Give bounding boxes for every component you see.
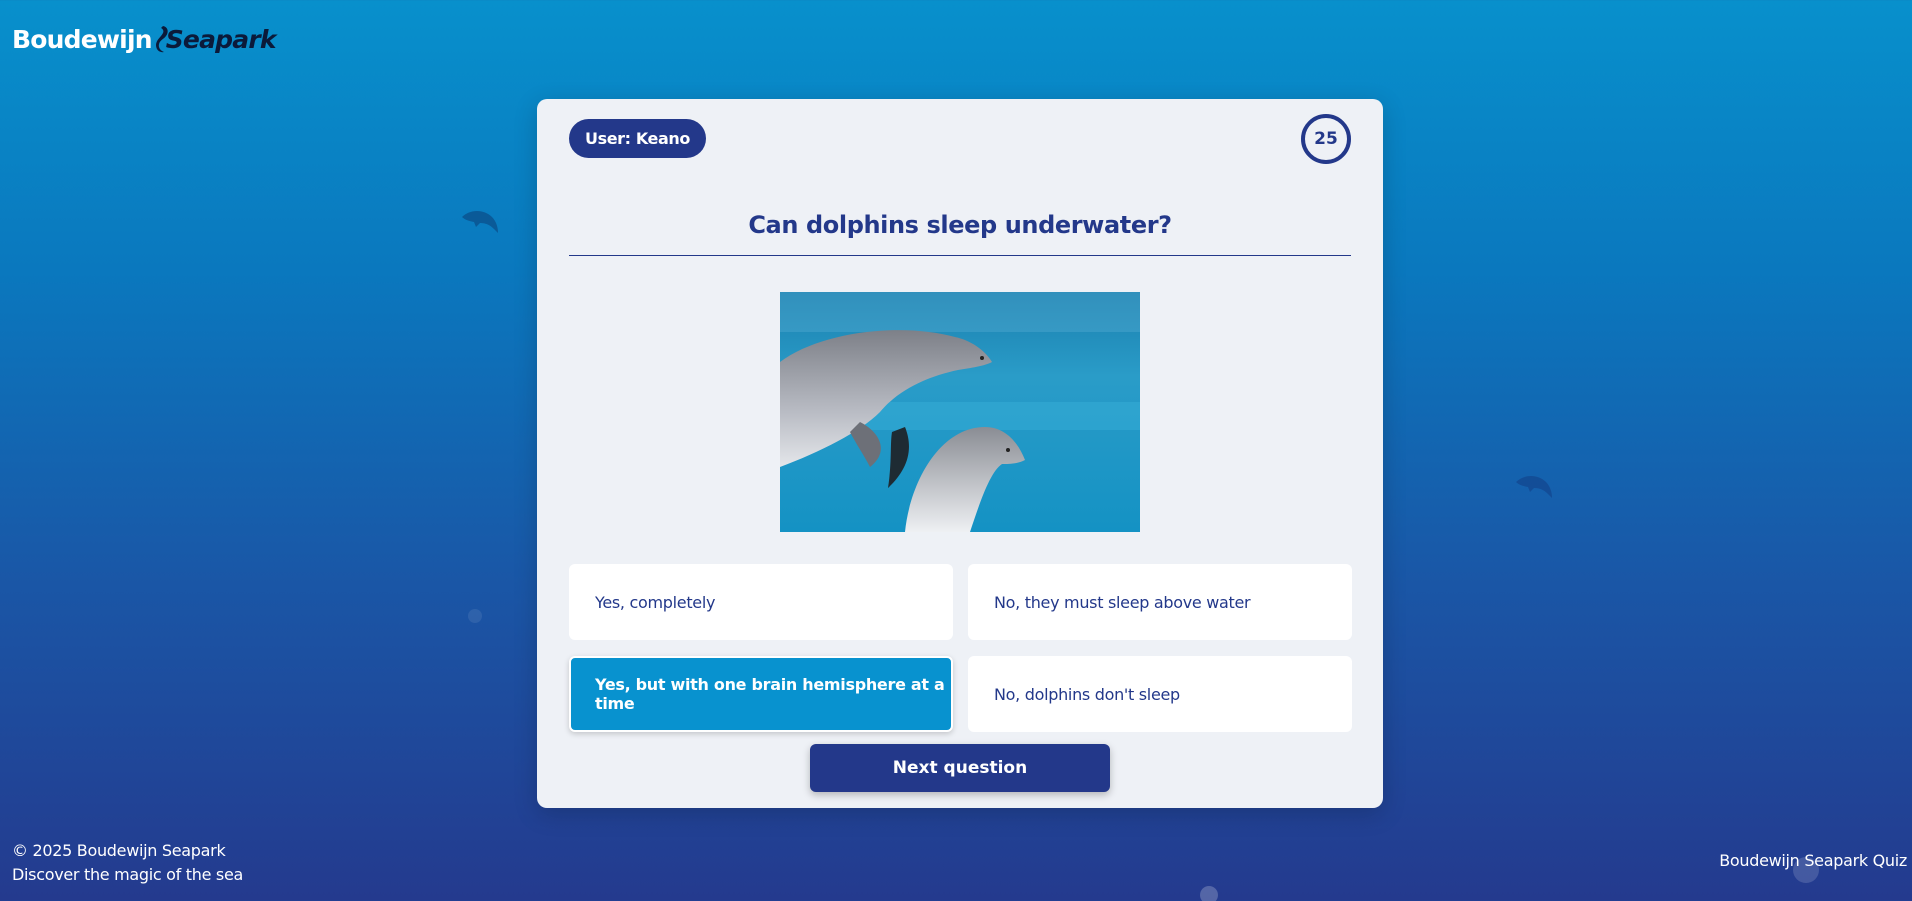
footer-copyright: © 2025 Boudewijn Seapark — [12, 841, 226, 860]
footer-quiz-title: Boudewijn Seapark Quiz — [1719, 851, 1907, 870]
next-question-button[interactable]: Next question — [810, 744, 1110, 792]
brand-logo[interactable]: Boudewijn Seapark — [12, 24, 276, 54]
answer-option-label: Yes, but with one brain hemisphere at a … — [595, 675, 945, 713]
answer-option-2[interactable]: No, they must sleep above water — [968, 564, 1352, 640]
background-dolphin-icon — [1516, 476, 1552, 498]
answer-option-1[interactable]: Yes, completely — [569, 564, 953, 640]
countdown-timer: 25 — [1301, 114, 1351, 164]
answer-option-label: No, they must sleep above water — [994, 592, 1251, 612]
answer-option-4[interactable]: No, dolphins don't sleep — [968, 656, 1352, 732]
answer-option-3-selected[interactable]: Yes, but with one brain hemisphere at a … — [569, 656, 953, 732]
question-image — [780, 292, 1140, 532]
bubble — [468, 609, 482, 623]
question-title: Can dolphins sleep underwater? — [569, 211, 1351, 256]
dolphins-photo-icon — [780, 292, 1140, 532]
user-badge[interactable]: User: Keano — [569, 119, 706, 158]
logo-text-seapark: Seapark — [165, 24, 277, 54]
footer-tagline: Discover the magic of the sea — [12, 865, 244, 884]
bubble — [1200, 886, 1218, 901]
answer-option-label: Yes, completely — [595, 592, 716, 612]
quiz-card: User: Keano 25 Can dolphins sleep underw… — [537, 99, 1383, 808]
answer-option-label: No, dolphins don't sleep — [994, 684, 1180, 704]
logo-text-boudewijn: Boudewijn — [12, 24, 153, 54]
footer-info: © 2025 Boudewijn Seapark Discover the ma… — [12, 839, 243, 887]
background-dolphin-icon — [462, 211, 498, 233]
